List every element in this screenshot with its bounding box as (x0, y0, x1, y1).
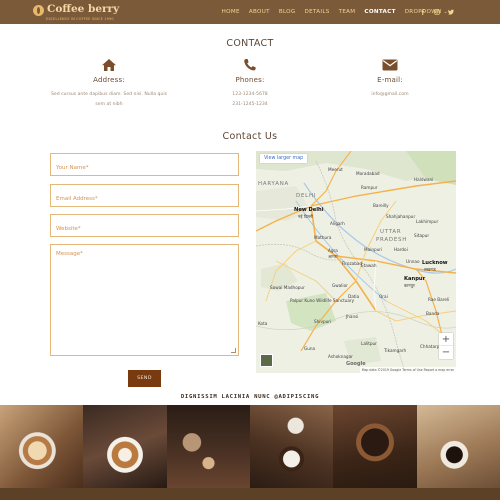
map-attribution[interactable]: Map data ©2019 Google Terms of Use Repor… (359, 367, 456, 373)
address-label: Address: (93, 76, 125, 84)
nav-team[interactable]: TEAM (339, 9, 356, 15)
pouring-coffee-photo[interactable] (249, 405, 334, 488)
email-block: E-mail: info@gmail.com (330, 58, 450, 100)
map-label-jhansi: Jhansi (346, 314, 359, 319)
nav-blog[interactable]: BLOG (279, 9, 296, 15)
phones-block: Phones: 123-1234-5678 231-1245-1234 (190, 58, 310, 109)
map-satellite-toggle[interactable] (260, 354, 273, 367)
map-label-gwalior: Gwalior (332, 283, 348, 288)
instagram-gallery (0, 405, 500, 488)
map-label-sitapur: Sitapur (414, 233, 430, 238)
map-label-lakhimpur: Lakhimpur (416, 219, 439, 224)
map-label-banda: Banda (426, 311, 440, 316)
email-field-wrapper (50, 184, 239, 210)
map-label-rampur: Rampur (361, 185, 378, 190)
address-block: Address: Sed cursus ante dapibus diam. S… (49, 58, 169, 109)
map-label-aligarh: Aligarh (330, 221, 345, 226)
map-label-delhi: DELHI (296, 193, 317, 199)
social-links (412, 0, 454, 24)
map-label-agra-hindi: आगरा (328, 254, 338, 259)
map-label-mathura: Mathura (314, 235, 332, 240)
email-label: E-mail: (377, 76, 403, 84)
map-label-shivpuri: Shivpuri (314, 319, 332, 324)
map-label-uttar: UTTAR (380, 229, 402, 235)
top-navbar: Coffee berry EXCELLENCE IN COFFEE SINCE … (0, 0, 500, 24)
website-field-wrapper (50, 214, 239, 240)
coffee-pot-photo[interactable] (166, 405, 250, 488)
map-label-haryana: HARYANA (258, 181, 290, 187)
address-text: Sed cursus ante dapibus diam. Sed nisi. … (51, 92, 167, 107)
map-label-pradesh: PRADESH (376, 237, 408, 243)
map-label-palpur-kuno: Palpur Kuno Wildlife Sanctuary (290, 298, 355, 303)
map-label-new-delhi: New Delhi (294, 207, 324, 213)
map-label-shahjahanpur: Shahjahanpur (386, 214, 416, 219)
instagram-icon[interactable] (434, 9, 440, 15)
resize-handle[interactable] (231, 348, 236, 353)
instagram-title: DIGNISSIM LACINIA NUNC @ADIPISCING (180, 394, 320, 400)
facebook-icon[interactable] (420, 9, 426, 15)
map-label-unnao: Unnao (406, 259, 420, 264)
message-textarea[interactable] (51, 245, 238, 355)
brand-tagline: EXCELLENCE IN COFFEE SINCE 1990 (46, 17, 114, 21)
email-text[interactable]: info@gmail.com (330, 90, 450, 100)
phone-line-1[interactable]: 123-1234-5678 (190, 90, 310, 100)
espresso-cup-photo[interactable] (416, 405, 500, 488)
map-label-mainpuri: Mainpuri (364, 247, 383, 252)
message-field-wrapper (50, 244, 239, 356)
map-label-lucknow-hindi: लखनऊ (424, 267, 436, 272)
phones-label: Phones: (235, 76, 265, 84)
brand-name: Coffee berry (47, 3, 120, 15)
send-button[interactable]: SEND (128, 370, 161, 387)
map-label-guna: Guna (304, 346, 316, 351)
map-label-bareilly: Bareilly (373, 203, 389, 208)
map-label-rae-bareli: Rae Bareli (428, 297, 450, 302)
nav-contact[interactable]: CONTACT (364, 9, 395, 15)
twitter-icon[interactable] (448, 9, 454, 15)
map-label-firozabad: Firozabad (342, 261, 363, 266)
nav-about[interactable]: ABOUT (249, 9, 270, 15)
map-zoom-controls: + − (439, 333, 453, 359)
map-label-etawah: Etawah (361, 263, 377, 268)
map-label-lucknow: Lucknow (422, 260, 448, 266)
website-input[interactable] (51, 218, 238, 240)
name-input[interactable] (51, 157, 238, 179)
map-label-new-delhi-hindi: नई दिल्ली (298, 214, 313, 219)
name-field-wrapper (50, 153, 239, 179)
embedded-map[interactable]: HARYANA DELHI New Delhi नई दिल्ली UTTAR … (256, 151, 456, 373)
map-label-tikamgarh: Tikamgarh (384, 348, 407, 353)
map-label-haldwani: Haldwani (414, 177, 434, 182)
map-label-kota: Kota (258, 321, 268, 326)
latte-art-photo[interactable] (83, 405, 167, 488)
phone-line-2[interactable]: 231-1245-1234 (190, 100, 310, 110)
brand-logo[interactable]: Coffee berry EXCELLENCE IN COFFEE SINCE … (33, 3, 120, 21)
coffee-beans-photo[interactable] (333, 405, 417, 488)
map-label-moradabad: Moradabad (356, 171, 380, 176)
map-label-kanpur-hindi: कानपुर (404, 283, 415, 288)
contact-us-title: Contact Us (222, 131, 278, 142)
nav-details[interactable]: DETAILS (305, 9, 330, 15)
map-label-ashoknagar: Ashoknagar (328, 354, 353, 359)
phone-icon (242, 58, 258, 72)
view-larger-map-link[interactable]: View larger map (260, 154, 308, 163)
coffee-bean-icon (33, 5, 44, 16)
coffee-cup-photo[interactable] (0, 405, 84, 488)
map-label-sawai-madhopur: Sawai Madhopur (270, 285, 305, 290)
email-input[interactable] (51, 188, 238, 210)
nav-home[interactable]: HOME (222, 9, 240, 15)
contact-title: CONTACT (226, 38, 274, 49)
envelope-icon (382, 58, 398, 72)
phones-text: 123-1234-5678 231-1245-1234 (190, 90, 310, 109)
map-label-kanpur: Kanpur (404, 276, 426, 282)
map-label-agra: Agra (328, 248, 338, 253)
map-label-orai: Orai (379, 294, 388, 299)
zoom-in-button[interactable]: + (439, 333, 453, 346)
home-icon (101, 58, 117, 72)
map-label-lalitpur: Lalitpur (361, 341, 377, 346)
zoom-out-button[interactable]: − (439, 346, 453, 359)
map-label-meerut: Meerut (328, 167, 343, 172)
map-label-hardoi: Hardoi (394, 247, 408, 252)
footer-bar (0, 488, 500, 500)
